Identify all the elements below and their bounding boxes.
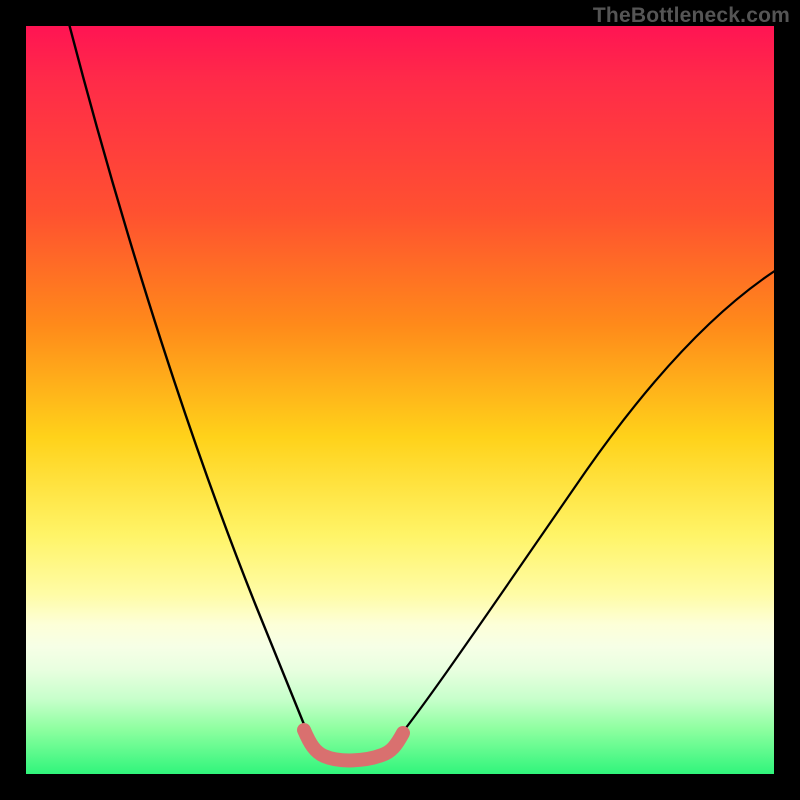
plot-area	[26, 26, 774, 774]
heat-gradient-fill	[26, 26, 774, 774]
chart-stage: TheBottleneck.com	[0, 0, 800, 800]
watermark-source: TheBottleneck.com	[593, 4, 790, 28]
